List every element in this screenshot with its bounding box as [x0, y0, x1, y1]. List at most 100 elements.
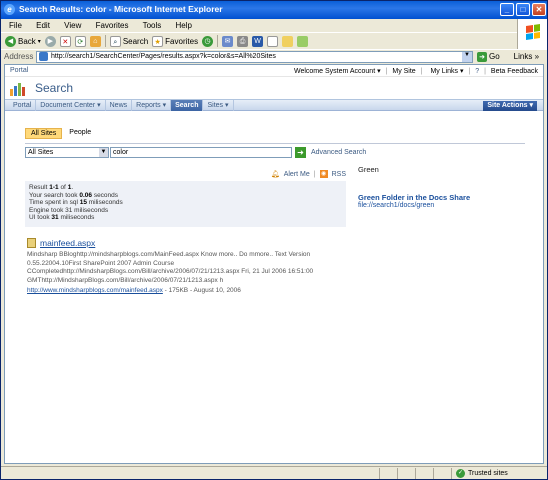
status-cell — [433, 467, 451, 479]
back-button[interactable]: ◀ Back ▾ — [5, 35, 41, 47]
favorites-button[interactable]: ★ Favorites — [152, 35, 198, 47]
internet-explorer-icon: e — [4, 4, 15, 15]
status-cell — [415, 467, 433, 479]
check-shield-icon: ✓ — [456, 469, 465, 478]
toolbar-separator — [104, 35, 106, 47]
tab-portal[interactable]: Portal — [9, 99, 37, 111]
results-action-bar: 🔔︎ Alert Me | ◉ RSS — [270, 170, 346, 178]
print-button[interactable]: ⎙ — [237, 35, 249, 47]
address-field[interactable]: http://search1/SearchCenter/Pages/result… — [36, 50, 473, 63]
forward-button[interactable]: ▶ — [44, 35, 56, 47]
go-arrow-icon: ➜ — [477, 51, 487, 62]
rss-link[interactable]: RSS — [332, 171, 346, 178]
address-url: http://search1/SearchCenter/Pages/result… — [51, 53, 276, 60]
toolbar: ◀ Back ▾ ▶ ✕ ⟳ ⌂ ⌕ Search ★ Favorites ◷ ✉… — [1, 33, 517, 49]
menu-view[interactable]: View — [64, 21, 81, 30]
search-icon: ⌕ — [109, 35, 121, 47]
tab-document-center[interactable]: Document Center ▾ — [36, 99, 106, 111]
status-bar: ✓ Trusted sites — [1, 466, 547, 480]
tab-search[interactable]: Search — [171, 99, 204, 111]
sql-time: Time spent in sql 15 miliseconds — [29, 199, 123, 206]
mail-button[interactable]: ✉ — [222, 35, 234, 47]
tab-all-sites[interactable]: All Sites — [25, 128, 63, 139]
toolbar-separator — [217, 35, 219, 47]
status-cell — [397, 467, 415, 479]
title-area: Search — [5, 77, 543, 99]
portal-breadcrumb[interactable]: Portal — [10, 67, 28, 74]
chevron-down-icon: ▼ — [99, 148, 108, 157]
menu-bar: File Edit View Favorites Tools Help — [1, 19, 547, 33]
home-button[interactable]: ⌂ — [89, 35, 101, 47]
my-site-link[interactable]: My Site — [392, 68, 415, 75]
browser-window: e Search Results: color - Microsoft Inte… — [0, 0, 548, 480]
best-bets-panel: Green Green Folder in the Docs Share fil… — [358, 165, 528, 209]
back-arrow-icon: ◀ — [5, 35, 16, 47]
result-title-link[interactable]: mainfeed.aspx — [40, 238, 95, 248]
menu-edit[interactable]: Edit — [36, 21, 50, 30]
status-text — [1, 468, 379, 480]
result-url-link[interactable]: http://www.mindsharpblogs.com/mainfeed.a… — [27, 287, 163, 294]
main-content: All Sites People All Sites ▼ color ➜ Adv… — [23, 123, 529, 453]
window-title: Search Results: color - Microsoft Intern… — [19, 4, 223, 14]
messenger-button[interactable] — [282, 35, 294, 47]
engine-time: Engine took 31 miliseconds — [29, 206, 109, 214]
rss-icon: ◉ — [319, 170, 328, 178]
help-icon[interactable]: ? — [475, 68, 479, 75]
menu-help[interactable]: Help — [176, 21, 192, 30]
search-box: All Sites ▼ color ➜ Advanced Search — [25, 143, 525, 158]
global-links: Welcome System Account ▾ | My Site | My … — [288, 67, 538, 75]
refresh-button[interactable]: ⟳ — [74, 35, 86, 47]
stop-button[interactable]: ✕ — [59, 35, 71, 47]
web-page: Portal Welcome System Account ▾ | My Sit… — [4, 64, 544, 464]
top-nav: Portal Document Center ▾ News Reports ▾ … — [5, 99, 543, 111]
edit-word-button[interactable]: W — [252, 35, 264, 47]
search-time: Your search took 0.06 seconds — [29, 191, 119, 199]
best-bet-path-link[interactable]: file://search1/docs/green — [358, 202, 528, 209]
result-item: mainfeed.aspx Mindsharp BBloghttp://mind… — [27, 238, 347, 294]
best-bet-title-link[interactable]: Green Folder in the Docs Share — [358, 193, 528, 202]
global-links-bar: Portal Welcome System Account ▾ | My Sit… — [5, 65, 543, 77]
close-button[interactable]: ✕ — [532, 3, 546, 16]
best-bet-keyword: Green — [358, 165, 379, 174]
tab-news[interactable]: News — [106, 99, 133, 111]
tab-reports[interactable]: Reports ▾ — [132, 99, 172, 111]
go-button[interactable]: ➜ Go — [477, 51, 500, 62]
result-meta: - 175KB - August 10, 2006 — [162, 287, 241, 294]
menu-favorites[interactable]: Favorites — [96, 21, 129, 30]
address-bar: Address http://search1/SearchCenter/Page… — [1, 49, 547, 63]
site-actions-menu[interactable]: Site Actions ▾ — [483, 101, 537, 111]
welcome-menu[interactable]: Welcome System Account ▾ — [291, 68, 381, 75]
security-zone[interactable]: ✓ Trusted sites — [451, 467, 547, 479]
page-title: Search — [35, 81, 74, 95]
search-statistics: Result 1-1 of 1. Your search took 0.06 s… — [25, 181, 346, 227]
ui-time: UI took 31 miliseconds — [29, 214, 95, 221]
star-icon: ★ — [152, 35, 164, 47]
menu-tools[interactable]: Tools — [143, 21, 162, 30]
maximize-button[interactable]: □ — [516, 3, 530, 16]
beta-feedback-link[interactable]: Beta Feedback — [491, 68, 538, 75]
result-snippet: Mindsharp BBloghttp://mindsharpblogs.com… — [27, 251, 314, 284]
address-dropdown-icon[interactable]: ▼ — [462, 51, 472, 62]
sharepoint-logo-icon — [10, 83, 25, 96]
file-icon — [27, 238, 36, 248]
tab-people[interactable]: People — [64, 128, 96, 139]
result-url-line: http://www.mindsharpblogs.com/mainfeed.a… — [27, 287, 347, 294]
title-bar: e Search Results: color - Microsoft Inte… — [1, 1, 547, 19]
search-button[interactable]: ⌕ Search — [109, 35, 148, 47]
history-button[interactable]: ◷ — [202, 35, 214, 47]
result-count: Result 1-1 of 1. — [29, 184, 74, 191]
scope-select[interactable]: All Sites ▼ — [25, 147, 109, 158]
advanced-search-link[interactable]: Advanced Search — [311, 149, 366, 156]
research-button[interactable] — [297, 35, 309, 47]
discuss-button[interactable] — [267, 35, 279, 47]
my-links-menu[interactable]: My Links ▾ — [427, 68, 463, 75]
search-input[interactable]: color — [110, 147, 292, 158]
tab-sites[interactable]: Sites ▾ — [203, 99, 234, 111]
alert-me-link[interactable]: Alert Me — [284, 171, 310, 178]
bell-icon: 🔔︎ — [270, 171, 280, 178]
windows-flag-icon — [526, 24, 540, 40]
menu-file[interactable]: File — [9, 21, 22, 30]
links-button[interactable]: Links » — [514, 52, 539, 61]
go-search-button[interactable]: ➜ — [295, 147, 306, 158]
minimize-button[interactable]: _ — [500, 3, 514, 16]
